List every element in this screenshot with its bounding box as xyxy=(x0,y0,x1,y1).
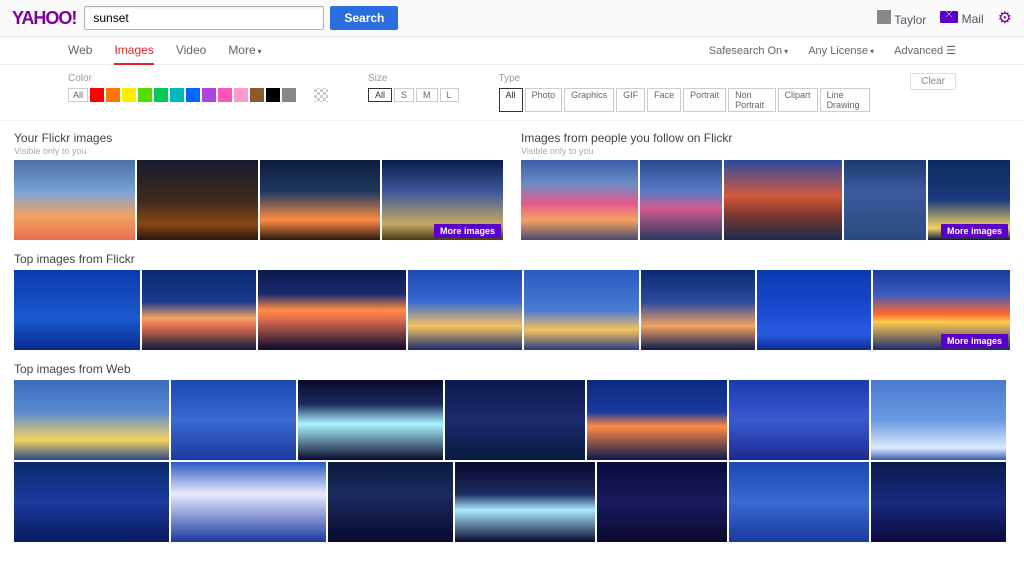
search-button[interactable]: Search xyxy=(330,6,398,30)
type-photo[interactable]: Photo xyxy=(525,88,563,112)
type-gif[interactable]: GIF xyxy=(616,88,645,112)
image-thumb[interactable] xyxy=(641,270,755,350)
image-thumb[interactable] xyxy=(298,380,443,460)
avatar-icon xyxy=(877,10,891,24)
image-thumb[interactable] xyxy=(260,160,381,240)
color-swatch[interactable] xyxy=(186,88,200,102)
color-swatch[interactable] xyxy=(282,88,296,102)
color-swatch[interactable] xyxy=(154,88,168,102)
color-swatch[interactable] xyxy=(138,88,152,102)
more-images-badge[interactable]: More images xyxy=(941,224,1008,238)
type-label: Type xyxy=(499,73,871,84)
type-line-drawing[interactable]: Line Drawing xyxy=(820,88,871,112)
color-swatch[interactable] xyxy=(202,88,216,102)
image-thumb[interactable] xyxy=(524,270,638,350)
more-images-badge[interactable]: More images xyxy=(434,224,501,238)
image-thumb[interactable] xyxy=(729,462,869,542)
color-swatch[interactable] xyxy=(266,88,280,102)
image-thumb[interactable] xyxy=(142,270,256,350)
color-swatch[interactable] xyxy=(122,88,136,102)
image-thumb[interactable] xyxy=(445,380,585,460)
image-thumb[interactable] xyxy=(408,270,522,350)
mail-label: Mail xyxy=(962,12,984,26)
image-thumb[interactable] xyxy=(14,462,169,542)
color-swatch[interactable] xyxy=(234,88,248,102)
color-swatch[interactable] xyxy=(298,88,312,102)
color-swatch[interactable] xyxy=(250,88,264,102)
mail-icon xyxy=(940,11,958,23)
safesearch-toggle[interactable]: Safesearch On▾ xyxy=(709,45,788,57)
color-swatch[interactable] xyxy=(218,88,232,102)
image-thumb[interactable] xyxy=(455,462,595,542)
image-thumb[interactable] xyxy=(328,462,453,542)
image-thumb[interactable] xyxy=(171,462,326,542)
license-filter[interactable]: Any License▾ xyxy=(808,45,874,57)
user-menu[interactable]: Taylor xyxy=(877,10,926,27)
type-face[interactable]: Face xyxy=(647,88,681,112)
follow-flickr-sub: Visible only to you xyxy=(521,146,1010,156)
image-thumb[interactable] xyxy=(14,380,169,460)
size-all[interactable]: All xyxy=(368,88,392,102)
color-swatch[interactable] xyxy=(170,88,184,102)
mail-link[interactable]: Mail xyxy=(940,11,983,26)
tab-more[interactable]: More▾ xyxy=(228,37,261,65)
user-name: Taylor xyxy=(894,13,926,27)
color-label: Color xyxy=(68,73,328,84)
image-thumb[interactable]: More images xyxy=(873,270,1010,350)
tab-video[interactable]: Video xyxy=(176,37,206,65)
image-thumb[interactable] xyxy=(258,270,406,350)
top-web-title: Top images from Web xyxy=(14,362,1010,376)
clear-button[interactable]: Clear xyxy=(910,73,956,90)
image-thumb[interactable] xyxy=(587,380,727,460)
type-graphics[interactable]: Graphics xyxy=(564,88,614,112)
size-label: Size xyxy=(368,73,459,84)
color-swatch[interactable] xyxy=(106,88,120,102)
more-images-badge[interactable]: More images xyxy=(941,334,1008,348)
type-portrait[interactable]: Portrait xyxy=(683,88,726,112)
type-non-portrait[interactable]: Non Portrait xyxy=(728,88,775,112)
follow-flickr-title: Images from people you follow on Flickr xyxy=(521,131,1010,145)
yahoo-logo[interactable]: YAHOO! xyxy=(12,8,76,29)
image-thumb[interactable] xyxy=(844,160,926,240)
image-thumb[interactable] xyxy=(14,160,135,240)
size-l[interactable]: L xyxy=(440,88,459,102)
type-all[interactable]: All xyxy=(499,88,523,112)
color-swatch[interactable] xyxy=(90,88,104,102)
image-thumb[interactable] xyxy=(521,160,638,240)
advanced-link[interactable]: Advanced ☰ xyxy=(894,44,956,57)
color-swatch-transparent[interactable] xyxy=(314,88,328,102)
your-flickr-title: Your Flickr images xyxy=(14,131,503,145)
image-thumb[interactable] xyxy=(137,160,258,240)
image-thumb[interactable] xyxy=(724,160,841,240)
image-thumb[interactable] xyxy=(171,380,296,460)
color-all[interactable]: All xyxy=(68,88,88,102)
gear-icon[interactable]: ⚙ xyxy=(998,8,1012,28)
image-thumb[interactable] xyxy=(640,160,722,240)
your-flickr-sub: Visible only to you xyxy=(14,146,503,156)
search-input[interactable] xyxy=(84,6,324,30)
image-thumb[interactable] xyxy=(14,270,140,350)
image-thumb[interactable] xyxy=(871,462,1006,542)
image-thumb[interactable] xyxy=(871,380,1006,460)
image-thumb[interactable] xyxy=(729,380,869,460)
top-flickr-title: Top images from Flickr xyxy=(14,252,1010,266)
size-m[interactable]: M xyxy=(416,88,438,102)
size-s[interactable]: S xyxy=(394,88,414,102)
image-thumb[interactable]: More images xyxy=(382,160,503,240)
tab-web[interactable]: Web xyxy=(68,37,92,65)
tab-images[interactable]: Images xyxy=(114,37,153,65)
image-thumb[interactable] xyxy=(757,270,871,350)
type-clipart[interactable]: Clipart xyxy=(778,88,818,112)
image-thumb[interactable] xyxy=(597,462,727,542)
image-thumb[interactable]: More images xyxy=(928,160,1010,240)
